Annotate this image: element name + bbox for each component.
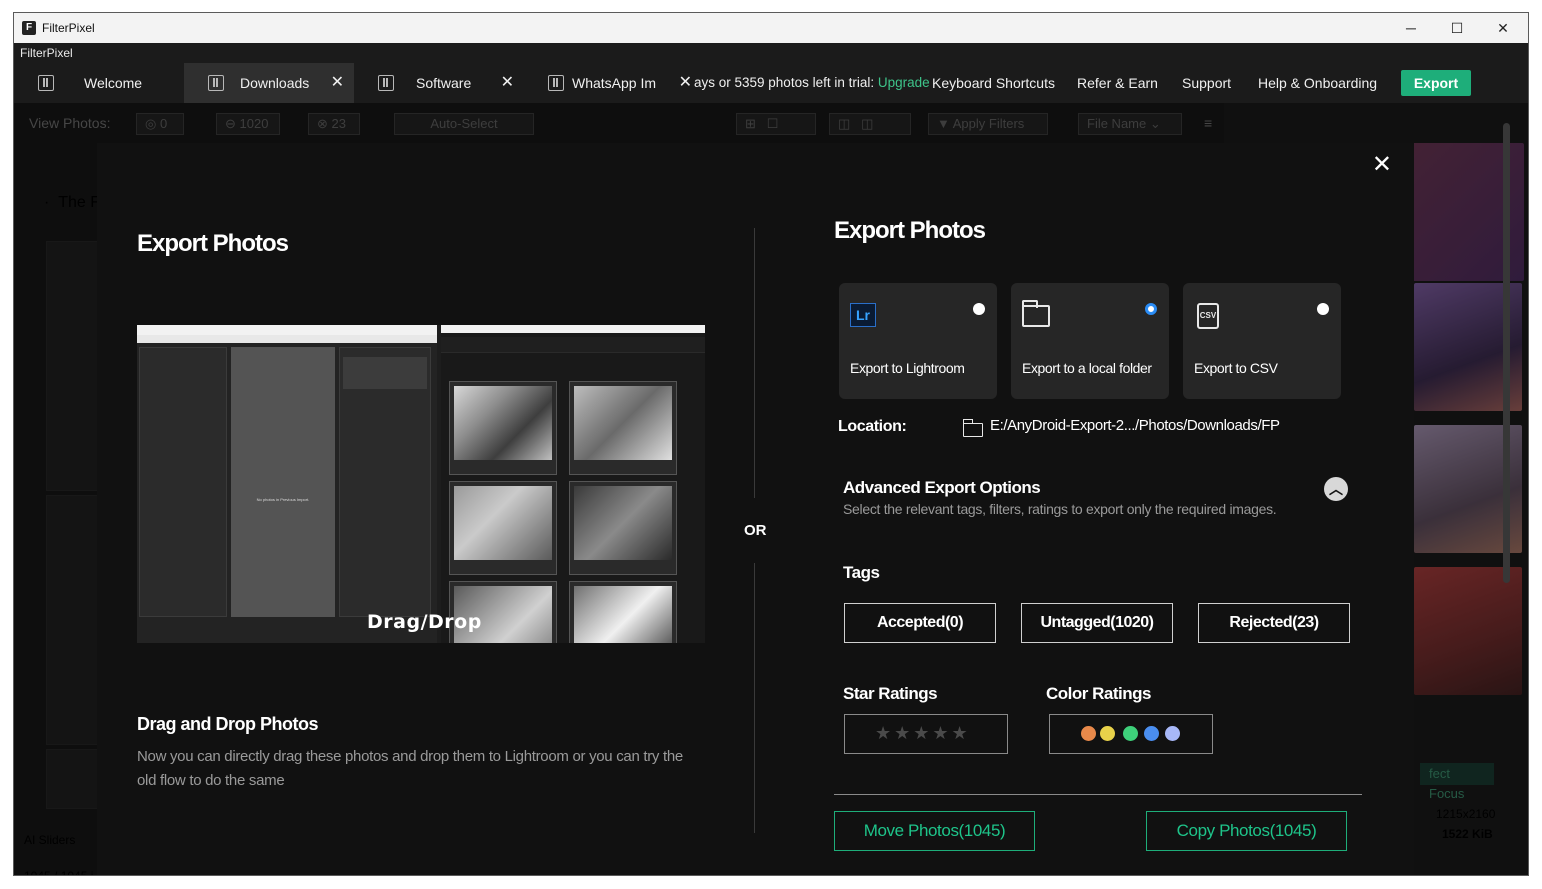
color-dot[interactable] <box>1165 726 1180 741</box>
option-label: Export to CSV <box>1194 360 1278 376</box>
export-modal: ✕ Export Photos No photos in Previous Im… <box>97 143 1414 875</box>
filterpixel-window-preview <box>441 325 705 643</box>
upgrade-link[interactable]: Upgrade <box>878 75 930 90</box>
tab-label: Software <box>416 75 472 91</box>
csv-file-icon: CSV <box>1197 303 1219 329</box>
help-onboarding-link[interactable]: Help & Onboarding <box>1258 63 1377 103</box>
tab-label: Welcome <box>84 75 143 91</box>
tab-software[interactable]: Software ✕ <box>354 63 524 103</box>
app-logo-icon: F <box>22 21 36 35</box>
export-lightroom-option[interactable]: Lr Export to Lightroom <box>839 283 997 399</box>
tab-label: Downloads <box>240 75 310 91</box>
window-title: FilterPixel <box>42 21 95 35</box>
color-ratings-title: Color Ratings <box>1046 684 1151 703</box>
export-folder-option[interactable]: Export to a local folder <box>1011 283 1169 399</box>
chevron-up-icon[interactable]: ︿ <box>1324 477 1348 501</box>
drag-drop-description: Now you can directly drag these photos a… <box>137 748 683 789</box>
drag-drop-heading: Export Photos <box>137 230 289 257</box>
preview-caption: Drag/Drop <box>367 611 482 633</box>
export-button[interactable]: Export <box>1401 70 1471 96</box>
location-label: Location: <box>838 418 907 435</box>
drag-drop-title: Drag and Drop Photos <box>137 714 319 734</box>
radio-button-selected[interactable] <box>1145 303 1157 315</box>
title-bar: F FilterPixel ─ ☐ ✕ <box>14 13 1528 43</box>
tab-welcome[interactable]: Welcome <box>14 63 184 103</box>
close-tab-icon[interactable]: ✕ <box>679 63 692 103</box>
location-path[interactable]: E:/AnyDroid-Export-2.../Photos/Downloads… <box>990 417 1280 434</box>
star-icons[interactable]: ★★★★★ <box>875 723 971 744</box>
minimize-button[interactable]: ─ <box>1388 13 1434 43</box>
drag-drop-preview: No photos in Previous Import. Drag/Drop <box>137 325 705 643</box>
color-dot[interactable] <box>1123 726 1138 741</box>
folder-icon[interactable] <box>962 419 983 437</box>
close-window-button[interactable]: ✕ <box>1480 13 1526 43</box>
color-dot[interactable] <box>1081 726 1096 741</box>
close-tab-icon[interactable]: ✕ <box>501 63 514 103</box>
tab-downloads[interactable]: Downloads ✕ <box>184 63 354 103</box>
folder-icon <box>1022 300 1050 327</box>
filterpixel-tab-icon <box>548 75 564 91</box>
trial-text: ays or 5359 photos left in trial: <box>694 75 875 90</box>
maximize-button[interactable]: ☐ <box>1434 13 1480 43</box>
refer-earn-link[interactable]: Refer & Earn <box>1077 63 1158 103</box>
lightroom-window-preview: No photos in Previous Import. <box>137 325 437 643</box>
menu-bar: FilterPixel <box>14 43 1528 63</box>
filterpixel-tab-icon <box>208 75 224 91</box>
close-modal-icon[interactable]: ✕ <box>1372 153 1392 177</box>
lightroom-icon: Lr <box>850 303 876 327</box>
radio-button[interactable] <box>1317 303 1329 315</box>
filterpixel-tab-icon <box>378 75 394 91</box>
color-dot[interactable] <box>1144 726 1159 741</box>
move-photos-button[interactable]: Move Photos(1045) <box>834 811 1035 851</box>
star-rating-selector[interactable]: ★★★★★ <box>844 714 1008 754</box>
divider-bottom <box>754 563 755 833</box>
star-ratings-title: Star Ratings <box>843 684 938 703</box>
or-separator: OR <box>744 522 767 539</box>
divider <box>834 794 1362 795</box>
tag-accepted-button[interactable]: Accepted(0) <box>844 603 996 643</box>
keyboard-shortcuts-link[interactable]: Keyboard Shortcuts <box>932 63 1055 103</box>
option-label: Export to a local folder <box>1022 360 1152 376</box>
copy-photos-button[interactable]: Copy Photos(1045) <box>1146 811 1347 851</box>
advanced-options-description: Select the relevant tags, filters, ratin… <box>843 501 1277 517</box>
advanced-options-title: Advanced Export Options <box>843 478 1041 497</box>
support-link[interactable]: Support <box>1182 63 1231 103</box>
divider-top <box>754 228 755 498</box>
preview-placeholder-text: No photos in Previous Import. <box>256 497 310 502</box>
app-menu[interactable]: FilterPixel <box>20 46 73 60</box>
tag-rejected-button[interactable]: Rejected(23) <box>1198 603 1350 643</box>
filterpixel-tab-icon <box>38 75 54 91</box>
trial-notice: ays or 5359 photos left in trial: Upgrad… <box>694 63 930 103</box>
radio-button[interactable] <box>973 303 985 315</box>
tags-title: Tags <box>843 563 880 582</box>
close-tab-icon[interactable]: ✕ <box>331 63 344 103</box>
app-window: F FilterPixel ─ ☐ ✕ FilterPixel Welcome … <box>13 12 1529 876</box>
export-csv-option[interactable]: CSV Export to CSV <box>1183 283 1341 399</box>
option-label: Export to Lightroom <box>850 360 965 376</box>
tab-label: WhatsApp Im <box>572 75 657 91</box>
export-heading: Export Photos <box>834 217 986 244</box>
tag-untagged-button[interactable]: Untagged(1020) <box>1021 603 1173 643</box>
color-dot[interactable] <box>1100 726 1115 741</box>
tab-whatsapp[interactable]: WhatsApp Im ✕ <box>524 63 694 103</box>
